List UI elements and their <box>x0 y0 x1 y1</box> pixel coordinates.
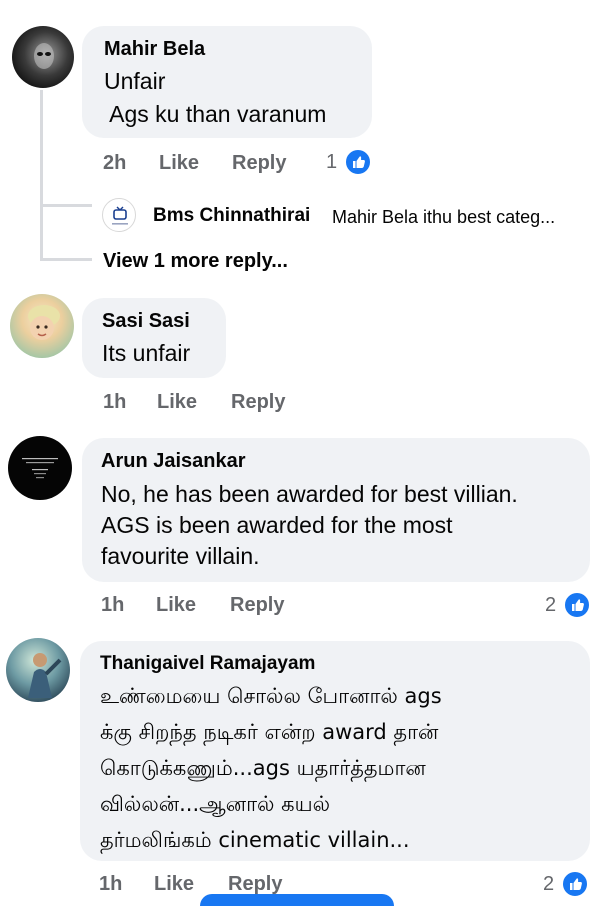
reply-button[interactable]: Reply <box>231 391 285 414</box>
thread-line <box>40 90 43 260</box>
comment-text-line: Its unfair <box>102 340 191 366</box>
comment-time[interactable]: 1h <box>101 594 124 617</box>
like-button[interactable]: Like <box>154 873 194 896</box>
avatar[interactable] <box>12 26 74 88</box>
floating-action-button[interactable] <box>200 894 394 906</box>
reply-preview-text[interactable]: Mahir Bela ithu best categ... <box>332 207 555 228</box>
comment-time[interactable]: 1h <box>99 873 122 896</box>
comment-author[interactable]: Thanigaivel Ramajayam <box>100 653 315 675</box>
reaction-count[interactable]: 1 <box>326 151 337 174</box>
avatar-image <box>34 43 54 69</box>
like-button[interactable]: Like <box>157 391 197 414</box>
comment-text-line: favourite villain. <box>101 543 260 569</box>
comment-time[interactable]: 2h <box>103 152 126 175</box>
comment-author[interactable]: Arun Jaisankar <box>101 450 246 473</box>
comment-text-line: கொடுக்கணும்...ags யதார்த்தமான <box>100 756 426 780</box>
reaction-count[interactable]: 2 <box>545 594 556 617</box>
thread-connector <box>40 258 92 261</box>
thumbs-up-icon[interactable] <box>563 591 591 619</box>
like-button[interactable]: Like <box>159 152 199 175</box>
avatar[interactable] <box>6 638 70 702</box>
comment-text-line: Unfair <box>104 68 166 94</box>
thumbs-up-icon[interactable] <box>561 870 589 898</box>
reply-button[interactable]: Reply <box>228 873 282 896</box>
thread-connector <box>40 204 92 207</box>
comment-text-line: AGS is been awarded for the most <box>101 512 453 538</box>
tv-logo-icon <box>112 206 128 225</box>
view-more-replies-link[interactable]: View 1 more reply... <box>103 250 288 273</box>
comment-text-line: க்கு சிறந்த நடிகர் என்ற award தான் <box>100 720 439 744</box>
comment-time[interactable]: 1h <box>103 391 126 414</box>
like-button[interactable]: Like <box>156 594 196 617</box>
reply-author[interactable]: Bms Chinnathirai <box>153 205 310 227</box>
avatar-image <box>28 305 60 340</box>
avatar[interactable] <box>8 436 72 500</box>
comment-author[interactable]: Sasi Sasi <box>102 310 190 333</box>
comment-text-line: உண்மையை சொல்ல போனால் ags <box>100 684 442 708</box>
reply-button[interactable]: Reply <box>230 594 284 617</box>
avatar[interactable] <box>10 294 74 358</box>
reaction-count[interactable]: 2 <box>543 873 554 896</box>
comment-text-line: Ags ku than varanum <box>104 101 327 127</box>
comment-author[interactable]: Mahir Bela <box>104 38 205 61</box>
avatar-image <box>28 653 62 698</box>
avatar-image <box>22 458 58 479</box>
reply-avatar[interactable] <box>102 198 136 232</box>
comment-text-line: வில்லன்...ஆனால் கயல் <box>100 792 331 816</box>
comment-text-line: No, he has been awarded for best villian… <box>101 481 518 507</box>
comment-text-line: தர்மலிங்கம் cinematic villain... <box>100 828 410 852</box>
thumbs-up-icon[interactable] <box>344 148 372 176</box>
reply-button[interactable]: Reply <box>232 152 286 175</box>
